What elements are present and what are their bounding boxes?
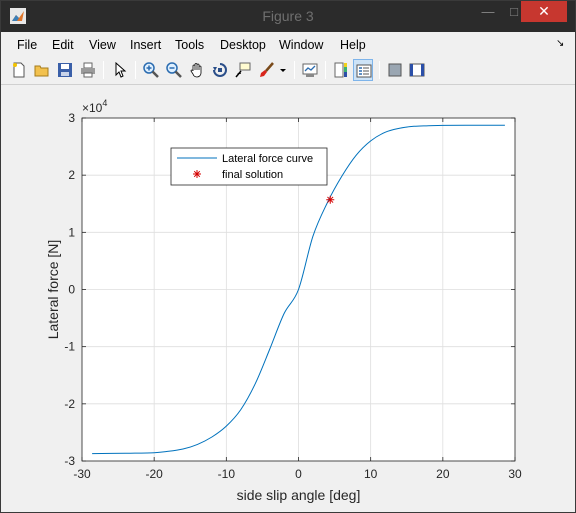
menu-file[interactable]: File [17, 38, 37, 52]
x-tick-label: 0 [295, 467, 302, 481]
menu-view[interactable]: View [89, 38, 116, 52]
menu-window[interactable]: Window [279, 38, 323, 52]
y-exponent-label: ×104 [82, 98, 107, 115]
menu-bar: File Edit View Insert Tools Desktop Wind… [1, 32, 575, 56]
menu-tools[interactable]: Tools [175, 38, 204, 52]
x-tick-label: 20 [436, 467, 450, 481]
legend-icon[interactable] [353, 59, 373, 81]
link-plot-icon[interactable] [300, 59, 320, 81]
minimize-icon[interactable]: — [475, 1, 501, 22]
y-tick-label: -2 [64, 397, 75, 411]
close-icon[interactable]: ✕ [521, 1, 567, 22]
x-tick-label: -10 [218, 467, 236, 481]
show-plot-tools-icon[interactable] [407, 59, 427, 81]
rotate-icon[interactable] [210, 59, 230, 81]
y-tick-label: 2 [68, 168, 75, 182]
figure-window: Figure 3 — □ ✕ File Edit View Insert Too… [0, 0, 576, 513]
y-tick-label: -1 [64, 340, 75, 354]
x-axis-label: side slip angle [deg] [237, 487, 361, 503]
y-tick-label: -3 [64, 454, 75, 468]
x-tick-label: -20 [145, 467, 163, 481]
menu-help[interactable]: Help [340, 38, 366, 52]
new-figure-icon[interactable] [9, 59, 29, 81]
y-tick-label: 0 [68, 283, 75, 297]
menu-desktop[interactable]: Desktop [220, 38, 266, 52]
toolbar-separator [135, 61, 136, 79]
y-tick-label: 1 [68, 225, 75, 239]
hide-plot-tools-icon[interactable] [385, 59, 405, 81]
open-file-icon[interactable] [32, 59, 52, 81]
figure-canvas: -30 -20 -10 0 10 20 30 -3 -2 -1 0 1 2 3 ×104 side sli… [1, 86, 575, 512]
colorbar-icon[interactable] [331, 59, 351, 81]
legend-entry-curve: Lateral force curve [222, 153, 313, 165]
y-axis-label: Lateral force [N] [45, 240, 61, 340]
x-tick-label: -30 [73, 467, 91, 481]
zoom-out-icon[interactable] [164, 59, 184, 81]
toolbar-separator [379, 61, 380, 79]
toolbar-separator [325, 61, 326, 79]
menu-insert[interactable]: Insert [130, 38, 161, 52]
figure-toolbar [1, 56, 575, 85]
menu-edit[interactable]: Edit [52, 38, 74, 52]
print-icon[interactable] [78, 59, 98, 81]
zoom-in-icon[interactable] [141, 59, 161, 81]
legend-marker-swatch [193, 170, 201, 178]
line-chart[interactable]: -30 -20 -10 0 10 20 30-3-2-10123 ×104 side sli… [1, 86, 575, 512]
pointer-icon[interactable] [110, 59, 130, 81]
toolbar-separator [294, 61, 295, 79]
x-tick-label: 10 [364, 467, 378, 481]
legend[interactable]: Lateral force curve final solution [170, 147, 328, 186]
legend-entry-solution: final solution [222, 169, 283, 181]
data-cursor-icon[interactable] [233, 59, 253, 81]
title-bar[interactable]: Figure 3 — □ ✕ [1, 1, 575, 32]
y-tick-label: 3 [68, 111, 75, 125]
save-icon[interactable] [55, 59, 75, 81]
brush-icon[interactable] [257, 59, 277, 81]
dropdown-arrow-icon[interactable] [277, 59, 289, 81]
pan-icon[interactable] [187, 59, 207, 81]
toolbar-separator [103, 61, 104, 79]
x-tick-label: 30 [508, 467, 522, 481]
dock-arrow-icon[interactable]: ↘ [556, 38, 564, 49]
